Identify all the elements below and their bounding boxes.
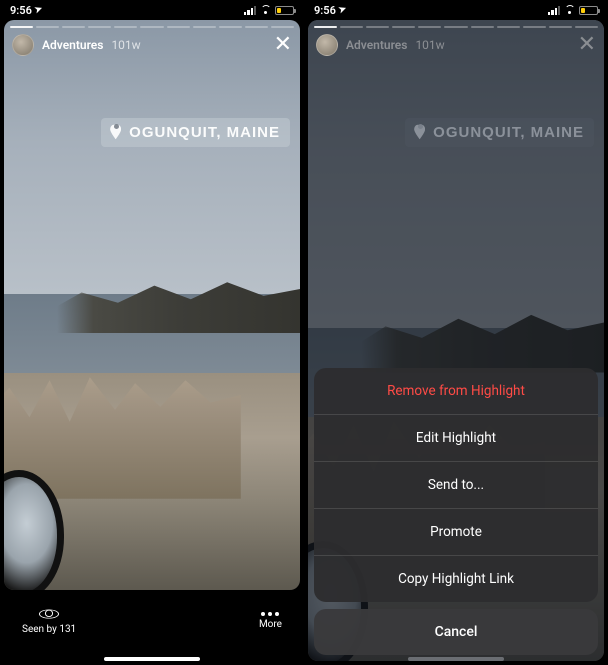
story-age: 101w [415, 38, 444, 52]
more-icon [261, 612, 279, 616]
more-button[interactable]: More [259, 612, 282, 630]
more-label: More [259, 619, 282, 630]
close-icon[interactable]: ✕ [274, 34, 292, 56]
sheet-remove-from-highlight[interactable]: Remove from Highlight [314, 368, 598, 415]
cellular-signal-icon [244, 6, 256, 15]
story-viewer[interactable]: Adventures 101w ✕ OGUNQUIT, MAINE [4, 20, 300, 590]
status-bar: 9:56 ➤ [0, 0, 304, 20]
seen-by-button[interactable]: Seen by 131 [22, 607, 76, 635]
status-time: 9:56 [314, 4, 336, 17]
story-age: 101w [111, 38, 140, 52]
highlight-name: Adventures [346, 38, 407, 52]
action-sheet-group: Remove from Highlight Edit Highlight Sen… [314, 368, 598, 602]
geotag-sticker[interactable]: OGUNQUIT, MAINE [101, 118, 290, 147]
action-sheet: Remove from Highlight Edit Highlight Sen… [314, 368, 598, 655]
battery-icon [275, 6, 294, 15]
story-header: Adventures 101w ✕ [12, 34, 292, 56]
seen-by-label: Seen by 131 [22, 624, 76, 635]
story-header: Adventures 101w ✕ [316, 34, 596, 56]
story-progress [314, 26, 598, 28]
sheet-send-to[interactable]: Send to... [314, 462, 598, 509]
cellular-signal-icon [548, 6, 560, 15]
home-indicator[interactable] [104, 657, 200, 661]
sheet-copy-highlight-link[interactable]: Copy Highlight Link [314, 556, 598, 602]
eye-icon [39, 609, 59, 618]
status-bar: 9:56 ➤ [304, 0, 608, 20]
sheet-cancel-button[interactable]: Cancel [314, 609, 598, 655]
sheet-promote[interactable]: Promote [314, 509, 598, 556]
location-services-icon: ➤ [337, 4, 348, 16]
battery-icon [579, 6, 598, 15]
highlight-name[interactable]: Adventures [42, 38, 103, 52]
highlight-avatar[interactable] [12, 34, 34, 56]
phone-left: 9:56 ➤ Adventures 101w ✕ OGUNQUIT, MAINE [0, 0, 304, 665]
story-progress [10, 26, 294, 28]
story-footer: Seen by 131 More [0, 590, 304, 665]
status-time: 9:56 [10, 4, 32, 17]
sheet-edit-highlight[interactable]: Edit Highlight [314, 415, 598, 462]
story-bg-sky [4, 20, 300, 294]
highlight-avatar [316, 34, 338, 56]
wifi-icon [259, 5, 272, 15]
phone-right: 9:56 ➤ Adventures 101w ✕ OGUNQUIT, MAINE… [304, 0, 608, 665]
close-icon: ✕ [578, 34, 596, 56]
geotag-sticker: OGUNQUIT, MAINE [405, 118, 594, 147]
story-viewer-dimmed: Adventures 101w ✕ OGUNQUIT, MAINE Remove… [308, 20, 604, 661]
location-services-icon: ➤ [33, 4, 44, 16]
wifi-icon [563, 5, 576, 15]
